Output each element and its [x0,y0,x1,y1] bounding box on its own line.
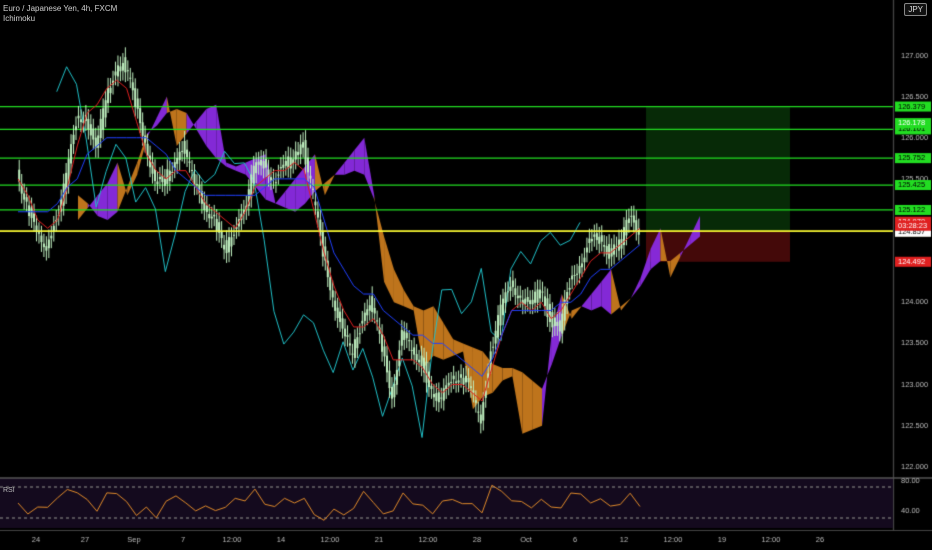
currency-badge[interactable]: JPY [904,3,927,16]
indicator-label: Ichimoku [3,14,36,23]
chart-canvas[interactable] [0,0,932,550]
rsi-label: RSI [3,487,15,494]
symbol-title: Euro / Japanese Yen, 4h, FXCM [3,4,118,13]
